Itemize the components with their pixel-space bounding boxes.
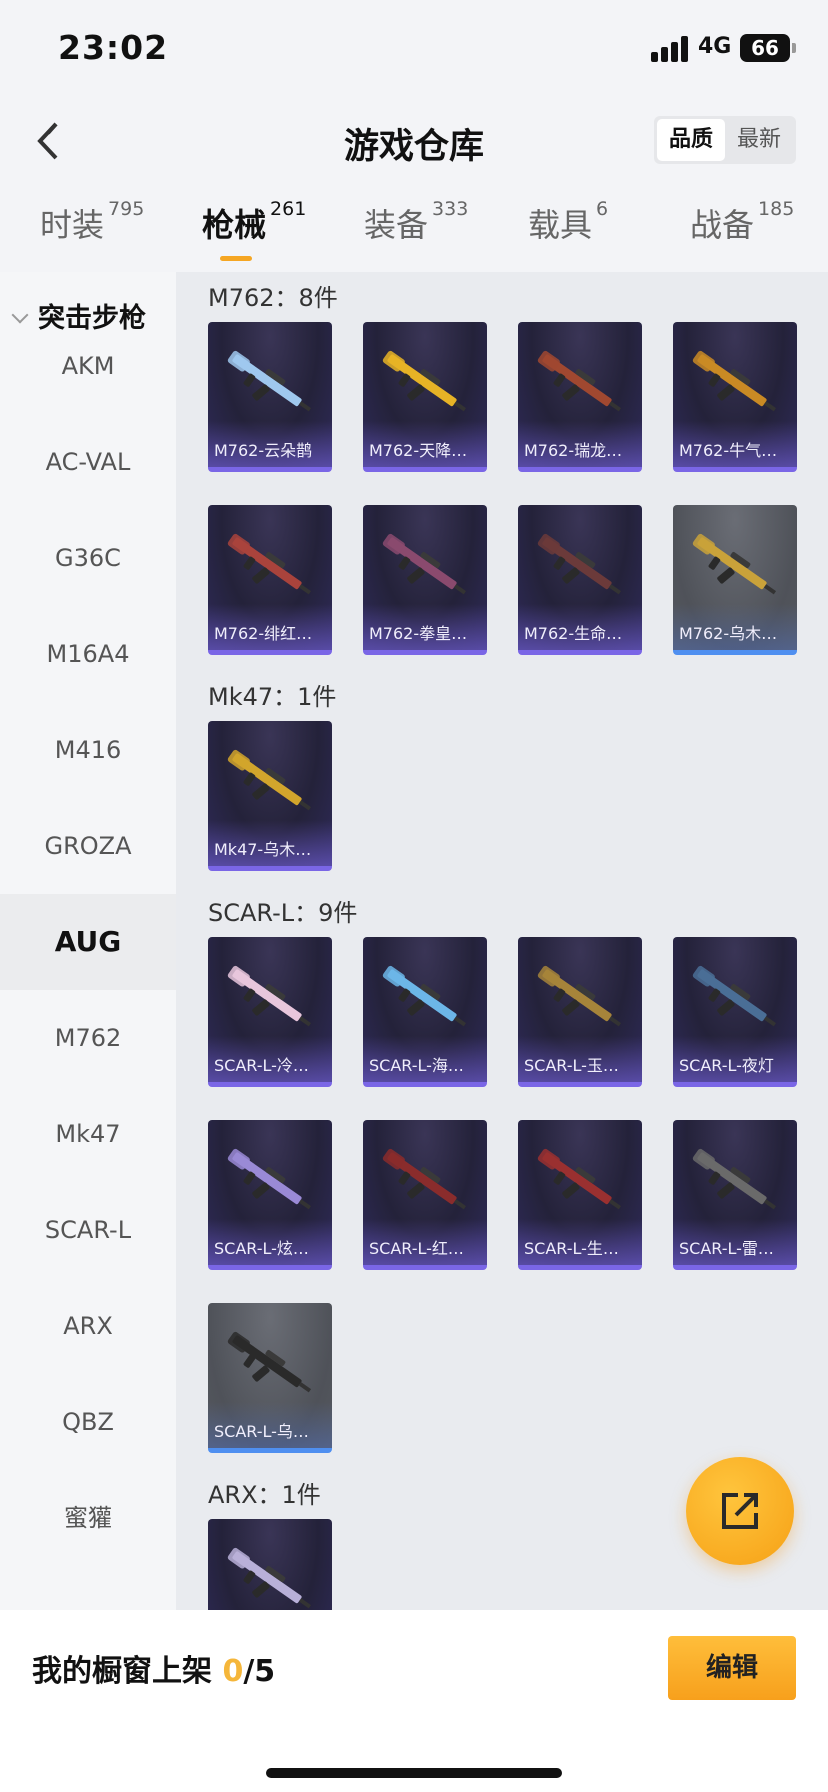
weapon-type-sidebar: 突击步枪 AKM AC-VAL G36C M16A4 M416 GROZA AUG M762 M… — [0, 272, 176, 1610]
weapon-skin-card[interactable]: SCAR-L-冷… — [208, 937, 332, 1087]
rifle-icon — [227, 1547, 312, 1609]
rifle-icon — [382, 965, 467, 1027]
weapon-skin-name: SCAR-L-乌… — [214, 1422, 309, 1441]
sidebar-item[interactable]: M762 — [0, 990, 176, 1086]
weapon-skin-name: SCAR-L-夜灯 — [679, 1056, 774, 1075]
weapon-group-title: SCAR-L：9件 — [208, 899, 358, 927]
weapon-group-title: Mk47：1件 — [208, 683, 337, 711]
weapon-skin-card[interactable]: SCAR-L-炫… — [208, 1120, 332, 1270]
rifle-icon — [537, 965, 622, 1027]
weapon-skin-name: M762-云朵鹊 — [214, 441, 313, 460]
weapon-grid[interactable]: M762：8件 M762-云朵鹊 M762-天降… M762-瑞龙… M762-牛气… M… — [176, 272, 828, 1610]
weapon-skin-card[interactable]: M762-瑞龙… — [518, 322, 642, 472]
sidebar-item[interactable]: QBZ — [0, 1374, 176, 1470]
weapon-skin-card[interactable]: M762-生命… — [518, 505, 642, 655]
weapon-skin-card[interactable]: M762-拳皇… — [363, 505, 487, 655]
weapon-skin-card[interactable]: SCAR-L-乌… — [208, 1303, 332, 1453]
weapon-skin-card[interactable]: Mk47-乌木… — [208, 721, 332, 871]
sidebar-item[interactable]: SCAR-L — [0, 1182, 176, 1278]
weapon-skin-name: M762-瑞龙… — [524, 441, 623, 460]
rifle-icon — [382, 533, 467, 595]
sort-quality[interactable]: 品质 — [657, 119, 725, 161]
weapon-skin-card[interactable]: SCAR-L-夜灯 — [673, 937, 797, 1087]
sidebar-item[interactable]: Mk47 — [0, 1086, 176, 1182]
sidebar-item[interactable]: AUG — [0, 894, 176, 990]
rifle-icon — [227, 1148, 312, 1210]
weapon-skin-card[interactable]: SCAR-L-红… — [363, 1120, 487, 1270]
sidebar-item[interactable]: 蜜獾 — [0, 1470, 176, 1566]
weapon-skin-card[interactable]: ARX-… — [208, 1519, 332, 1610]
weapon-skin-name: M762-牛气… — [679, 441, 778, 460]
weapon-skin-name: Mk47-乌木… — [214, 840, 312, 859]
weapon-skin-card[interactable]: M762-乌木… — [673, 505, 797, 655]
weapon-skin-card[interactable]: SCAR-L-雷… — [673, 1120, 797, 1270]
rifle-icon — [692, 533, 777, 595]
weapon-skin-card[interactable]: SCAR-L-海… — [363, 937, 487, 1087]
weapon-skin-name: M762-拳皇… — [369, 624, 468, 643]
tab-fashion[interactable]: 时装 795 — [40, 198, 144, 264]
sort-toggle[interactable]: 品质 最新 — [654, 116, 796, 164]
weapon-skin-name: SCAR-L-雷… — [679, 1239, 774, 1258]
showcase-status: 我的橱窗上架 0/5 — [32, 1654, 276, 1689]
share-external-icon — [722, 1493, 758, 1529]
battery-icon: 66 — [740, 34, 796, 62]
rifle-icon — [537, 533, 622, 595]
rifle-icon — [227, 533, 312, 595]
weapon-skin-name: SCAR-L-生… — [524, 1239, 619, 1258]
weapon-skin-name: SCAR-L-冷… — [214, 1056, 309, 1075]
weapon-skin-name: M762-生命… — [524, 624, 623, 643]
weapon-skin-card[interactable]: M762-天降… — [363, 322, 487, 472]
rifle-icon — [227, 965, 312, 1027]
sidebar-item[interactable]: M16A4 — [0, 606, 176, 702]
share-button[interactable] — [686, 1457, 794, 1565]
weapon-skin-name: M762-天降… — [369, 441, 468, 460]
weapon-skin-card[interactable]: SCAR-L-玉… — [518, 937, 642, 1087]
weapon-skin-name: SCAR-L-玉… — [524, 1056, 619, 1075]
weapon-skin-card[interactable]: M762-云朵鹊 — [208, 322, 332, 472]
category-tabs: 时装 795 枪械 261 装备 333 载具 6 战备 185 — [0, 198, 828, 272]
tab-equipment[interactable]: 装备 333 — [364, 198, 468, 264]
rifle-icon — [227, 749, 312, 811]
sidebar-item[interactable]: G36C — [0, 510, 176, 606]
active-tab-indicator — [220, 256, 252, 261]
bottom-bar: 我的橱窗上架 0/5 编辑 — [0, 1610, 828, 1792]
weapon-skin-card[interactable]: M762-绯红… — [208, 505, 332, 655]
status-time: 23:02 — [58, 28, 169, 67]
signal-icon — [651, 36, 691, 62]
weapon-skin-name: SCAR-L-红… — [369, 1239, 464, 1258]
weapon-skin-name: SCAR-L-海… — [369, 1056, 464, 1075]
rifle-icon — [382, 1148, 467, 1210]
tab-supplies[interactable]: 战备 185 — [690, 198, 794, 264]
weapon-group-title: M762：8件 — [208, 284, 338, 312]
rifle-icon — [227, 1331, 312, 1393]
status-bar: 23:02 4G 66 — [0, 0, 828, 100]
rifle-icon — [692, 1148, 777, 1210]
weapon-skin-name: SCAR-L-炫… — [214, 1239, 309, 1258]
sidebar-item[interactable]: GROZA — [0, 798, 176, 894]
rifle-icon — [227, 350, 312, 412]
rifle-icon — [537, 350, 622, 412]
rifle-icon — [692, 350, 777, 412]
sidebar-item[interactable]: AKM — [0, 318, 176, 414]
weapon-group-title: ARX：1件 — [208, 1481, 321, 1509]
rifle-icon — [537, 1148, 622, 1210]
weapon-skin-name: M762-乌木… — [679, 624, 778, 643]
sidebar-item[interactable]: ARX — [0, 1278, 176, 1374]
sidebar-item[interactable]: AC-VAL — [0, 414, 176, 510]
tab-weapons[interactable]: 枪械 261 — [202, 198, 306, 264]
network-label: 4G — [698, 34, 732, 59]
rifle-icon — [692, 965, 777, 1027]
home-indicator[interactable] — [266, 1768, 562, 1778]
tab-vehicles[interactable]: 载具 6 — [528, 198, 608, 264]
rifle-icon — [382, 350, 467, 412]
sort-latest[interactable]: 最新 — [725, 119, 793, 161]
weapon-skin-name: M762-绯红… — [214, 624, 313, 643]
edit-button[interactable]: 编辑 — [668, 1636, 796, 1700]
weapon-skin-card[interactable]: M762-牛气… — [673, 322, 797, 472]
sidebar-item[interactable]: M416 — [0, 702, 176, 798]
weapon-skin-card[interactable]: SCAR-L-生… — [518, 1120, 642, 1270]
